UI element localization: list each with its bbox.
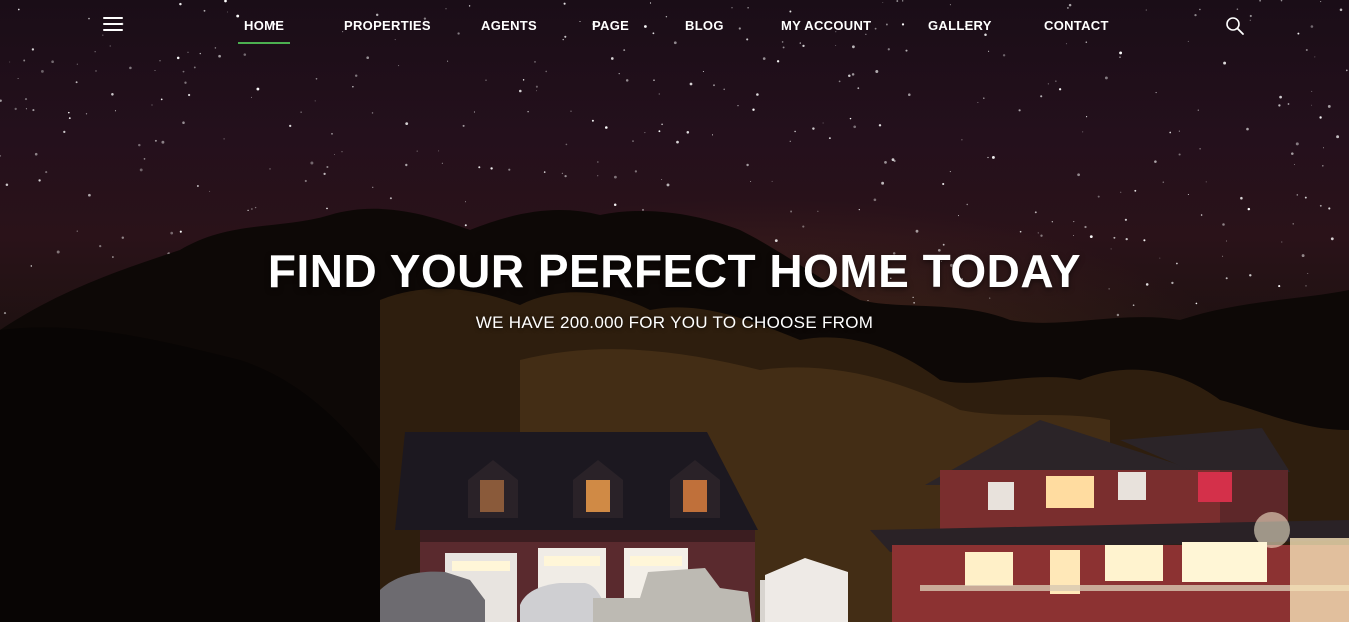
nav-item-my-account[interactable]: MY ACCOUNT	[781, 18, 871, 38]
nav-item-page[interactable]: PAGE	[592, 18, 629, 38]
nav-item-properties[interactable]: PROPERTIES	[344, 18, 431, 38]
hero-subtitle: WE HAVE 200.000 FOR YOU TO CHOOSE FROM	[475, 313, 874, 332]
main-navigation: HOME PROPERTIES AGENTS PAGE BLOG MY ACCO…	[0, 0, 1349, 52]
hamburger-menu-icon[interactable]	[103, 17, 123, 33]
nav-item-gallery[interactable]: GALLERY	[928, 18, 992, 38]
nav-item-blog[interactable]: BLOG	[685, 18, 724, 38]
nav-item-home[interactable]: HOME	[237, 18, 291, 44]
hero-section	[0, 0, 1349, 622]
hamburger-line	[103, 29, 123, 31]
hero-background-image	[0, 208, 1349, 622]
hero-title: FIND YOUR PERFECT HOME TODAY	[267, 245, 1082, 297]
hamburger-line	[103, 23, 123, 25]
nav-item-contact[interactable]: CONTACT	[1044, 18, 1109, 38]
hamburger-line	[103, 17, 123, 19]
search-icon[interactable]	[1225, 16, 1245, 36]
nav-item-agents[interactable]: AGENTS	[481, 18, 537, 38]
